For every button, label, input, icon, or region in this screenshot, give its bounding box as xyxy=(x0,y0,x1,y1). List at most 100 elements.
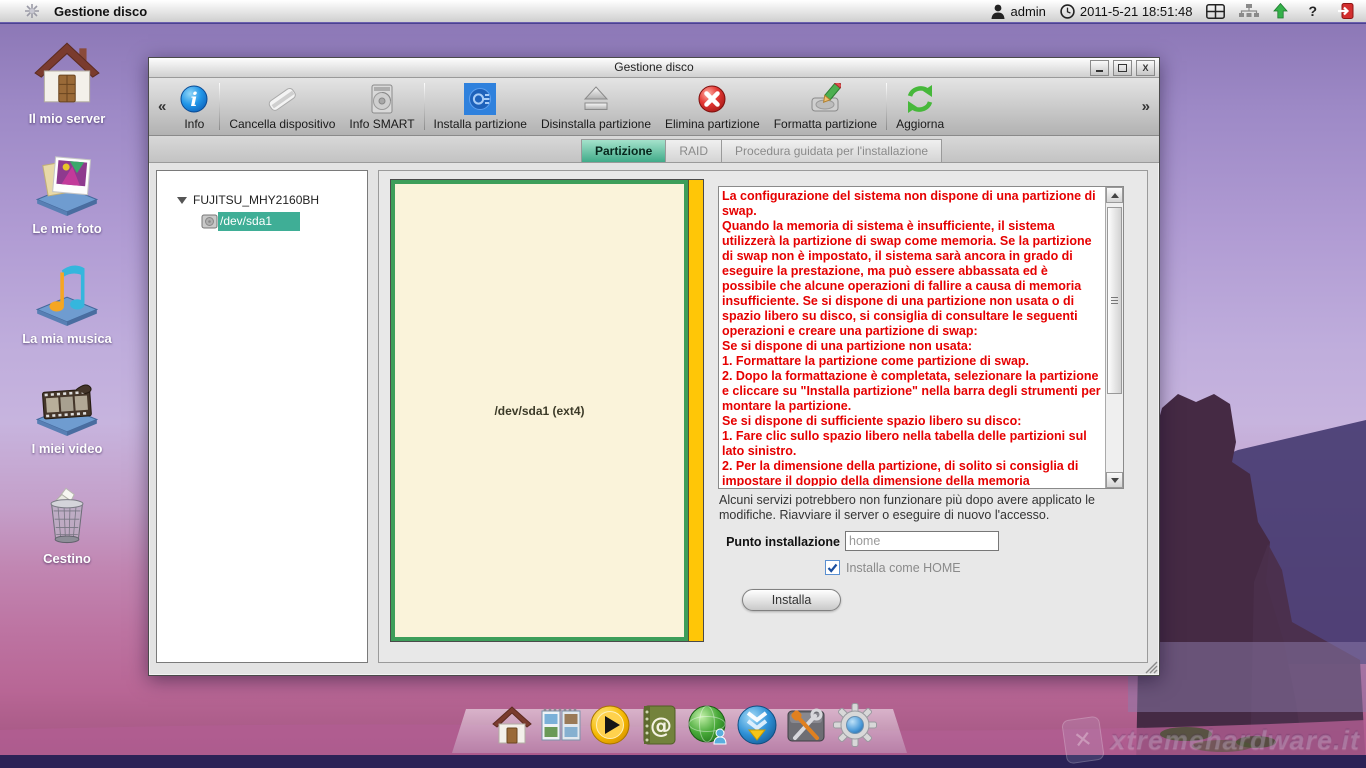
arrow-up-icon xyxy=(1111,193,1119,198)
partition-block-sda1[interactable]: /dev/sda1 (ext4) xyxy=(391,180,688,641)
thumb-grip xyxy=(1111,297,1118,305)
toolbar-label: Installa partizione xyxy=(434,117,527,131)
toolbar-button-erase-device[interactable]: Cancella dispositivo xyxy=(222,78,342,135)
install-home-row: Installa come HOME xyxy=(825,560,961,575)
device-tree-panel: FUJITSU_MHY2160BH /dev/sda1 xyxy=(156,170,368,663)
toolbar-label: Disinstalla partizione xyxy=(541,117,651,131)
svg-text:i: i xyxy=(191,89,198,111)
logout-icon[interactable] xyxy=(1337,3,1354,19)
topbar-username: admin xyxy=(1010,4,1045,19)
desktop-icon-my-videos[interactable]: I miei video xyxy=(12,366,122,456)
install-home-checkbox[interactable] xyxy=(825,560,840,575)
watermark: ✕ xtremehardware.it xyxy=(1064,718,1360,762)
window-resize-grip[interactable] xyxy=(1144,660,1158,674)
tree-node-device[interactable]: FUJITSU_MHY2160BH xyxy=(177,193,367,207)
dock: @ xyxy=(489,702,878,748)
toolbar-button-refresh[interactable]: Aggiorna xyxy=(889,78,951,135)
install-home-label: Installa come HOME xyxy=(846,561,961,575)
tab-partition[interactable]: Partizione xyxy=(581,139,666,163)
desktop-icon-my-music[interactable]: La mia musica xyxy=(12,256,122,346)
maximize-icon xyxy=(1118,64,1127,72)
swap-info-panel: La configurazione del sistema non dispon… xyxy=(718,186,1124,489)
dock-download-icon[interactable] xyxy=(734,702,780,748)
tree-node-partition[interactable]: /dev/sda1 xyxy=(201,212,367,231)
dock-settings-icon[interactable] xyxy=(832,702,878,748)
tab-install-wizard[interactable]: Procedura guidata per l'installazione xyxy=(722,139,942,163)
watermark-text: xtremehardware.it xyxy=(1110,725,1360,756)
desktop-icon-label: I miei video xyxy=(12,441,122,456)
user-icon xyxy=(991,4,1005,19)
mount-point-input[interactable] xyxy=(845,531,999,551)
hdd-icon xyxy=(366,83,398,115)
maximize-button[interactable] xyxy=(1113,60,1132,76)
toolbar-button-mount-partition[interactable]: Installa partizione xyxy=(427,78,534,135)
toolbar-button-unmount-partition[interactable]: Disinstalla partizione xyxy=(534,78,658,135)
free-space-strip[interactable] xyxy=(688,180,703,641)
desktop-icon-label: Cestino xyxy=(12,551,122,566)
toolbar-overflow-left[interactable]: « xyxy=(153,98,171,115)
dock-address-book-icon[interactable]: @ xyxy=(636,702,682,748)
help-icon[interactable]: ? xyxy=(1302,3,1323,19)
info-icon: i xyxy=(178,83,210,115)
partition-map[interactable]: /dev/sda1 (ext4) xyxy=(390,179,704,642)
window-title: Gestione disco xyxy=(614,60,693,74)
home-icon xyxy=(31,36,103,108)
topbar-user[interactable]: admin xyxy=(991,4,1045,19)
tab-raid[interactable]: RAID xyxy=(666,139,722,163)
topbar-clock: 2011-5-21 18:51:48 xyxy=(1060,4,1193,19)
toolbar-separator xyxy=(424,83,425,130)
delete-partition-icon xyxy=(696,83,728,115)
app-snowflake-icon xyxy=(24,3,40,19)
watermark-logo: ✕ xyxy=(1062,716,1106,765)
dock-network-globe-icon[interactable] xyxy=(685,702,731,748)
photos-icon xyxy=(31,146,103,218)
dock-media-player-icon[interactable] xyxy=(587,702,633,748)
dock-photo-album-icon[interactable] xyxy=(538,702,584,748)
toolbar-label: Elimina partizione xyxy=(665,117,760,131)
partition-name-selected: /dev/sda1 xyxy=(218,212,300,231)
app-grid-icon[interactable] xyxy=(1206,4,1225,19)
services-notice: Alcuni servizi potrebbero non funzionare… xyxy=(719,493,1131,523)
eject-icon xyxy=(580,83,612,115)
desktop-icon-my-photos[interactable]: Le mie foto xyxy=(12,146,122,236)
trash-icon xyxy=(31,476,103,548)
scroll-down-button[interactable] xyxy=(1106,472,1123,488)
toolbar-separator xyxy=(886,83,887,130)
close-button[interactable]: X xyxy=(1136,60,1155,76)
tree-expander-icon[interactable] xyxy=(177,197,187,204)
minimize-button[interactable] xyxy=(1090,60,1109,76)
minimize-icon xyxy=(1096,65,1103,72)
sitemap-icon[interactable] xyxy=(1239,4,1259,18)
toolbar-button-info[interactable]: i Info xyxy=(171,78,217,135)
toolbar-label: Info xyxy=(184,117,204,131)
install-button[interactable]: Installa xyxy=(742,589,841,611)
toolbar-label: Formatta partizione xyxy=(774,117,877,131)
toolbar-overflow-right[interactable]: » xyxy=(1137,98,1155,115)
desktop-icon-label: Il mio server xyxy=(12,111,122,126)
partition-block-label: /dev/sda1 (ext4) xyxy=(494,404,584,418)
desktop-icon-my-server[interactable]: Il mio server xyxy=(12,36,122,126)
desktop-icon-trash[interactable]: Cestino xyxy=(12,476,122,566)
checkmark-icon xyxy=(827,563,838,573)
svg-text:@: @ xyxy=(650,714,672,739)
desktop-icon-label: Le mie foto xyxy=(12,221,122,236)
toolbar-button-delete-partition[interactable]: Elimina partizione xyxy=(658,78,767,135)
upload-arrow-icon[interactable] xyxy=(1273,3,1288,19)
scroll-up-button[interactable] xyxy=(1106,187,1123,203)
window-toolbar: « i Info Cancella dispositivo xyxy=(149,78,1159,136)
toolbar-button-format-partition[interactable]: Formatta partizione xyxy=(767,78,884,135)
mount-partition-icon xyxy=(464,83,496,115)
scrollbar-thumb[interactable] xyxy=(1107,207,1122,394)
eraser-icon xyxy=(266,83,298,115)
desktop-icon-label: La mia musica xyxy=(12,331,122,346)
music-icon xyxy=(31,256,103,328)
info-scrollbar[interactable] xyxy=(1105,187,1123,488)
window-titlebar[interactable]: Gestione disco X xyxy=(149,58,1159,78)
swap-info-text: La configurazione del sistema non dispon… xyxy=(722,189,1102,486)
dock-toolbox-icon[interactable] xyxy=(783,702,829,748)
dock-home-icon[interactable] xyxy=(489,702,535,748)
mount-point-label: Punto installazione xyxy=(679,535,840,549)
toolbar-button-smart-info[interactable]: Info SMART xyxy=(342,78,421,135)
device-name: FUJITSU_MHY2160BH xyxy=(193,193,319,207)
system-topbar: Gestione disco admin 2011-5-21 18:51:48 xyxy=(0,0,1366,22)
